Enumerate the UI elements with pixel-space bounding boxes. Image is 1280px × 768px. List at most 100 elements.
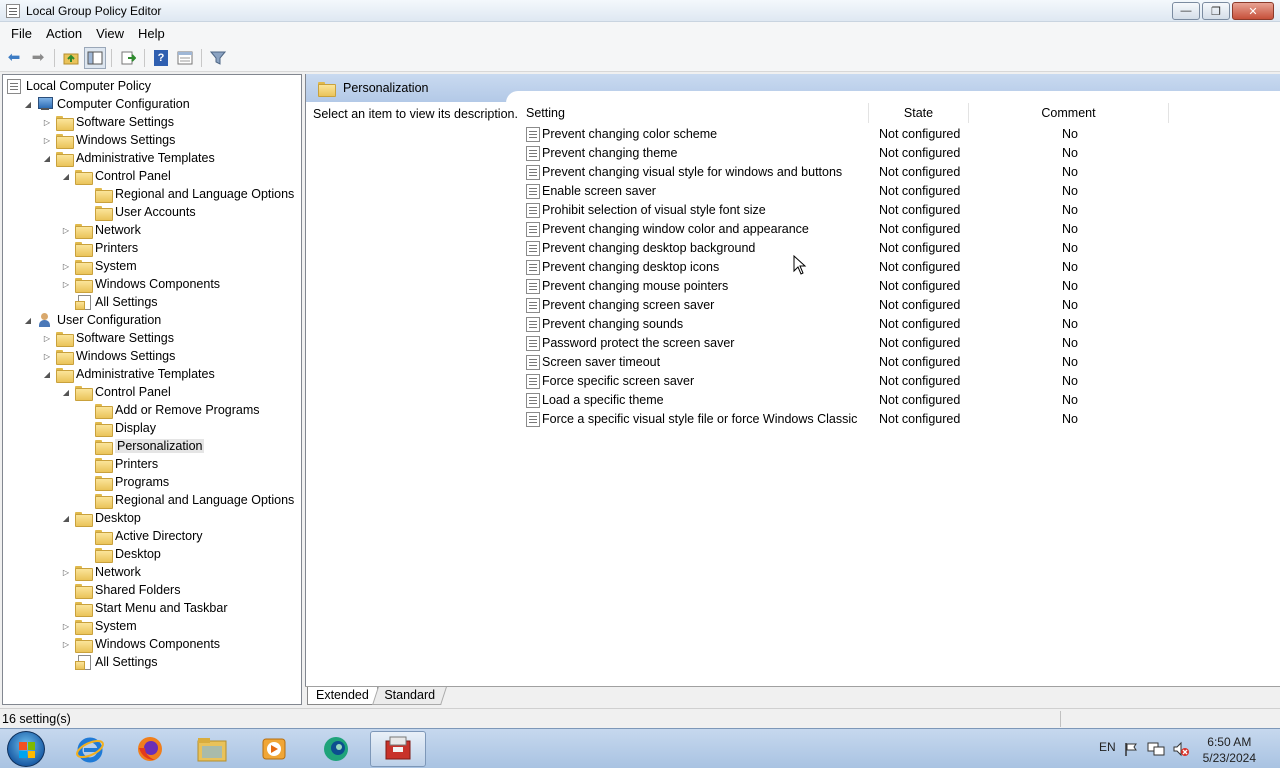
tab-extended[interactable]: Extended [307,687,378,705]
tree-node[interactable]: ▷ System [61,617,137,635]
collapse-arrow-icon[interactable]: ◢ [61,514,71,523]
expand-arrow-icon[interactable]: ▷ [42,136,52,145]
tree-node[interactable]: Programs [81,473,169,491]
tree-node[interactable]: Printers [61,239,138,257]
setting-row[interactable]: Prevent changing window color and appear… [524,220,1274,239]
tree-node[interactable]: Shared Folders [61,581,180,599]
tree-node[interactable]: Personalization [81,437,205,455]
tree-node[interactable]: ◢ Desktop [61,509,141,527]
expand-arrow-icon[interactable]: ▷ [61,280,71,289]
export-list-button[interactable] [117,47,139,69]
setting-row[interactable]: Password protect the screen saver Not con… [524,334,1274,353]
tree-node[interactable]: All Settings [61,653,158,671]
menu-view[interactable]: View [89,26,131,41]
tree-node[interactable]: ◢ Control Panel [61,167,171,185]
close-button[interactable]: ✕ [1232,2,1274,20]
tree-node[interactable]: Regional and Language Options [81,491,294,509]
tree-node[interactable]: ◢ Administrative Templates [42,365,215,383]
restore-button[interactable]: ❐ [1202,2,1230,20]
collapse-arrow-icon[interactable]: ◢ [23,100,33,109]
menu-action[interactable]: Action [39,26,89,41]
expand-arrow-icon[interactable]: ▷ [61,226,71,235]
collapse-arrow-icon[interactable]: ◢ [61,388,71,397]
collapse-arrow-icon[interactable]: ◢ [42,154,52,163]
tree-node[interactable]: ▷ Software Settings [42,113,174,131]
setting-row[interactable]: Prevent changing theme Not configured No [524,144,1274,163]
taskbar-group-policy-editor[interactable] [370,731,426,767]
tree-node[interactable]: ▷ System [61,257,137,275]
setting-row[interactable]: Force specific screen saver Not configure… [524,372,1274,391]
tree-node[interactable]: Active Directory [81,527,203,545]
clock[interactable]: 6:50 AM 5/23/2024 [1203,734,1256,766]
column-header-state[interactable]: State [869,103,969,123]
tab-standard[interactable]: Standard [372,687,447,705]
setting-row[interactable]: Prevent changing color scheme Not configu… [524,125,1274,144]
setting-row[interactable]: Prevent changing visual style for window… [524,163,1274,182]
tree-node[interactable]: User Accounts [81,203,196,221]
setting-row[interactable]: Prevent changing desktop icons Not config… [524,258,1274,277]
minimize-button[interactable]: — [1172,2,1200,20]
action-center-flag-icon[interactable] [1123,741,1139,757]
tree-node[interactable]: ◢ Administrative Templates [42,149,215,167]
expand-arrow-icon[interactable]: ▷ [42,352,52,361]
tree-node[interactable]: Display [81,419,156,437]
menu-help[interactable]: Help [131,26,172,41]
tree-node[interactable]: Local Computer Policy [7,77,151,95]
folder-icon [95,187,113,203]
tree-node[interactable]: ▷ Network [61,563,141,581]
up-one-level-button[interactable] [60,47,82,69]
filter-button[interactable] [207,47,229,69]
show-hide-console-tree-button[interactable] [84,46,106,69]
column-header-comment[interactable]: Comment [969,103,1169,123]
tree-node[interactable]: Add or Remove Programs [81,401,260,419]
network-icon[interactable] [1147,741,1165,757]
properties-button[interactable] [174,47,196,69]
taskbar-file-explorer[interactable] [184,731,240,767]
help-button[interactable]: ? [150,47,172,69]
setting-row[interactable]: Screen saver timeout Not configured No [524,353,1274,372]
tree-node[interactable]: ▷ Windows Settings [42,131,175,149]
collapse-arrow-icon[interactable]: ◢ [42,370,52,379]
taskbar-browser[interactable] [308,731,364,767]
back-button[interactable]: ⬅ [3,47,25,69]
menu-file[interactable]: File [4,26,39,41]
expand-arrow-icon[interactable]: ▷ [61,622,71,631]
tree-node[interactable]: ▷ Windows Settings [42,347,175,365]
setting-row[interactable]: Prevent changing screen saver Not configu… [524,296,1274,315]
tree-node[interactable]: ◢ Computer Configuration [23,95,190,113]
tree-node[interactable]: Start Menu and Taskbar [61,599,227,617]
taskbar-media-player[interactable] [246,731,302,767]
setting-row[interactable]: Enable screen saver Not configured No [524,182,1274,201]
tree-node[interactable]: Desktop [81,545,161,563]
tree-node[interactable]: All Settings [61,293,158,311]
start-button[interactable] [7,731,45,767]
taskbar-internet-explorer[interactable] [62,731,118,767]
tree-node[interactable]: ▷ Software Settings [42,329,174,347]
collapse-arrow-icon[interactable]: ◢ [23,316,33,325]
forward-button[interactable]: ➡ [27,47,49,69]
expand-arrow-icon[interactable]: ▷ [61,568,71,577]
expand-arrow-icon[interactable]: ▷ [61,262,71,271]
setting-row[interactable]: Prohibit selection of visual style font … [524,201,1274,220]
tree-node[interactable]: ▷ Windows Components [61,275,220,293]
tree-node[interactable]: Printers [81,455,158,473]
tree-node[interactable]: Regional and Language Options [81,185,294,203]
setting-row[interactable]: Prevent changing sounds Not configured No [524,315,1274,334]
tree-node[interactable]: ▷ Network [61,221,141,239]
column-header-setting[interactable]: Setting [524,103,869,123]
collapse-arrow-icon[interactable]: ◢ [61,172,71,181]
tree-node[interactable]: ◢ User Configuration [23,311,161,329]
volume-muted-icon[interactable] [1172,741,1190,757]
setting-row[interactable]: Load a specific theme Not configured No [524,391,1274,410]
language-indicator[interactable]: EN [1099,740,1116,754]
expand-arrow-icon[interactable]: ▷ [61,640,71,649]
expand-arrow-icon[interactable]: ▷ [42,334,52,343]
setting-row[interactable]: Prevent changing desktop background Not c… [524,239,1274,258]
expand-arrow-icon[interactable]: ▷ [42,118,52,127]
tree-node[interactable]: ▷ Windows Components [61,635,220,653]
setting-row[interactable]: Prevent changing mouse pointers Not confi… [524,277,1274,296]
mouse-cursor-icon [793,255,807,275]
setting-row[interactable]: Force a specific visual style file or fo… [524,410,1274,429]
tree-node[interactable]: ◢ Control Panel [61,383,171,401]
taskbar-firefox[interactable] [122,731,178,767]
